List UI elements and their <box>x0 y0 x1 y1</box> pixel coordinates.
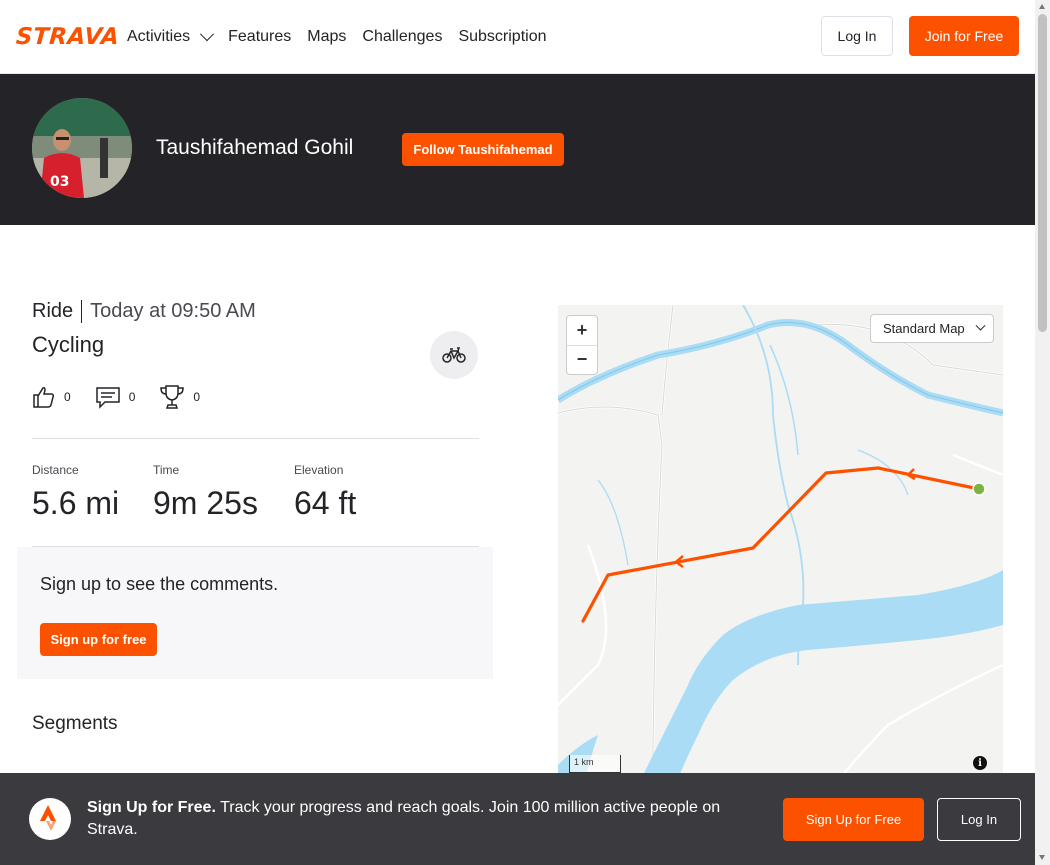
scroll-up-icon[interactable] <box>1039 4 1045 9</box>
divider <box>32 438 479 439</box>
segments-title: Segments <box>32 713 118 734</box>
route-map[interactable]: + − Standard Map 1 km i <box>558 305 1003 805</box>
achievements[interactable]: 0 <box>159 384 200 410</box>
nav-activities[interactable]: Activities <box>127 27 215 46</box>
map-scale: 1 km <box>569 755 621 773</box>
banner-signup-button[interactable]: Sign Up for Free <box>783 798 924 841</box>
athlete-name[interactable]: Taushifahemad Gohil <box>156 136 353 160</box>
scroll-down-icon[interactable] <box>1039 855 1045 860</box>
stat-distance: Distance 5.6 mi <box>32 463 153 522</box>
stat-elevation: Elevation 64 ft <box>294 463 356 522</box>
bike-icon <box>430 331 478 379</box>
strava-logo[interactable]: STRAVA <box>15 24 120 50</box>
info-icon[interactable]: i <box>973 756 987 770</box>
top-nav: STRAVA Activities Features Maps Challeng… <box>0 0 1035 74</box>
signup-button[interactable]: Sign up for free <box>40 623 157 656</box>
join-button[interactable]: Join for Free <box>909 16 1019 56</box>
activity-type: Ride <box>32 300 83 323</box>
map-style-label: Standard Map <box>883 321 965 336</box>
achievement-count: 0 <box>193 390 201 404</box>
zoom-in-button[interactable]: + <box>567 316 597 346</box>
stat-time: Time 9m 25s <box>153 463 294 522</box>
signup-banner: Sign Up for Free. Track your progress an… <box>0 773 1035 865</box>
kudos[interactable]: 0 <box>32 385 71 409</box>
stat-label: Distance <box>32 463 79 477</box>
nav-activities-label: Activities <box>127 28 191 45</box>
comments-panel: Sign up to see the comments. Sign up for… <box>17 547 493 679</box>
nav-challenges[interactable]: Challenges <box>362 28 442 46</box>
comments-count-item[interactable]: 0 <box>95 385 136 409</box>
activity-time: Today at 09:50 AM <box>90 300 256 322</box>
nav-links: Activities Features Maps Challenges Subs… <box>127 0 547 74</box>
thumbs-up-icon <box>33 387 55 408</box>
scroll-thumb[interactable] <box>1038 14 1047 332</box>
activity-stats: Distance 5.6 mi Time 9m 25s Elevation 64… <box>32 463 356 522</box>
stat-value: 64 ft <box>294 485 357 521</box>
comment-count: 0 <box>128 390 136 404</box>
kudos-count: 0 <box>64 390 71 404</box>
nav-features[interactable]: Features <box>228 28 291 46</box>
zoom-controls: + − <box>566 315 598 375</box>
banner-headline: Sign Up for Free. <box>87 799 216 816</box>
strava-app-icon <box>29 798 71 840</box>
avatar[interactable]: 03 <box>32 98 132 198</box>
svg-text:03: 03 <box>50 174 69 190</box>
activity-title: Cycling <box>32 332 105 357</box>
activity-header: Ride Today at 09:50 AM <box>32 300 256 323</box>
comment-icon <box>95 387 120 409</box>
trophy-icon <box>160 385 185 409</box>
page-scrollbar[interactable] <box>1035 0 1050 865</box>
chevron-down-icon <box>975 320 986 331</box>
map-style-select[interactable]: Standard Map <box>870 314 994 343</box>
chevron-down-icon <box>200 27 215 42</box>
login-button[interactable]: Log In <box>821 16 893 56</box>
nav-subscription[interactable]: Subscription <box>458 28 546 46</box>
zoom-out-button[interactable]: − <box>567 346 597 375</box>
stat-label: Time <box>153 463 180 477</box>
stat-label: Elevation <box>294 463 344 477</box>
stat-value: 9m 25s <box>153 485 258 521</box>
follow-button[interactable]: Follow Taushifahemad <box>402 133 564 166</box>
nav-maps[interactable]: Maps <box>307 28 346 46</box>
social-stats: 0 0 0 <box>32 384 200 410</box>
comments-title: Sign up to see the comments. <box>40 574 279 594</box>
banner-login-button[interactable]: Log In <box>937 798 1021 841</box>
banner-text: Sign Up for Free. Track your progress an… <box>87 797 757 841</box>
stat-value: 5.6 mi <box>32 485 120 521</box>
